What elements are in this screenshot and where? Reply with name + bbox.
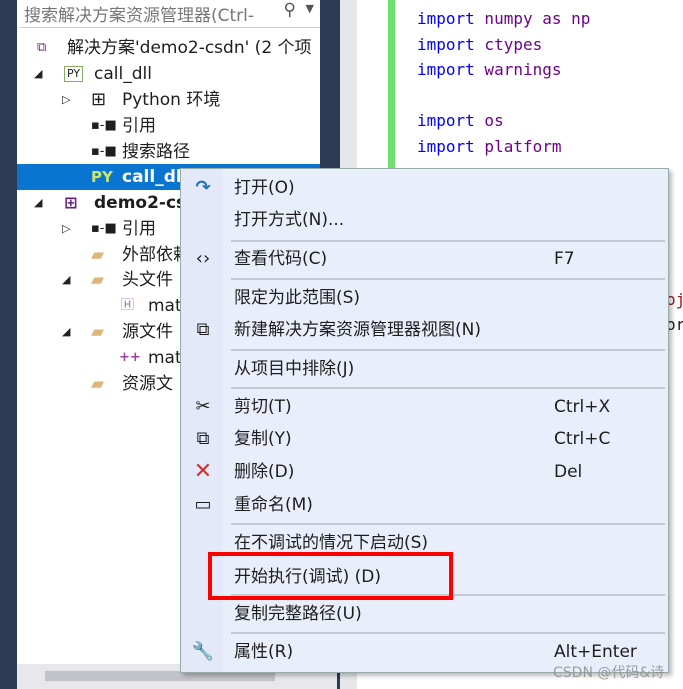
- tree-item-search-paths[interactable]: ▪-■ 搜索路径: [17, 139, 320, 165]
- menu-shortcut: Ctrl+X: [554, 397, 611, 417]
- scissors-icon: ✂: [195, 396, 211, 417]
- tree-item-python-env[interactable]: ▷ ⊞ Python 环境: [17, 87, 320, 113]
- menu-separator: [231, 387, 665, 389]
- tree-label: 引用: [122, 116, 156, 136]
- code-line: import ctypes: [417, 35, 543, 54]
- tree-label: 引用: [122, 219, 156, 239]
- open-arrow-icon: ↷: [195, 177, 211, 198]
- menu-label: 属性(R): [234, 642, 294, 662]
- tree-label: call_dll: [94, 64, 152, 84]
- chevron-down-icon[interactable]: ▼: [306, 2, 314, 15]
- menu-label: 查看代码(C): [234, 249, 328, 269]
- search-icon[interactable]: ⚲: [284, 0, 296, 20]
- tree-label: 资源文: [122, 374, 173, 394]
- expanded-icon[interactable]: ◢: [34, 61, 42, 87]
- menu-label: 打开方式(N)...: [234, 210, 345, 230]
- new-view-icon: ⧉: [196, 319, 210, 340]
- tree-item-solution[interactable]: ⧉ 解决方案'demo2-csdn' (2 个项: [17, 35, 320, 61]
- menu-item-open[interactable]: ↷ 打开(O): [181, 173, 668, 203]
- menu-separator: [231, 240, 665, 242]
- menu-separator: [231, 523, 665, 525]
- menu-item-copy-full-path[interactable]: 复制完整路径(U): [181, 599, 668, 629]
- search-input[interactable]: 搜索解决方案资源管理器(Ctrl- ⚲ ▼: [20, 0, 320, 28]
- search-placeholder: 搜索解决方案资源管理器(Ctrl-: [24, 6, 255, 26]
- delete-x-icon: ✕: [193, 459, 213, 484]
- tree-label: demo2-cs: [94, 193, 187, 213]
- visual-studio-solution-icon: ⧉: [37, 40, 47, 55]
- tree-label: 源文件: [122, 322, 173, 342]
- code-line: import platform: [417, 137, 562, 156]
- collapsed-icon[interactable]: ▷: [62, 216, 70, 242]
- menu-label: 新建解决方案资源管理器视图(N): [234, 320, 481, 340]
- code-line: import os: [417, 111, 504, 130]
- menu-item-open-with[interactable]: 打开方式(N)...: [181, 205, 668, 235]
- tree-label: mat: [148, 296, 182, 316]
- menu-label: 复制(Y): [234, 429, 292, 449]
- change-indicator: [388, 0, 395, 175]
- filter-folder-icon: ▰: [91, 322, 105, 342]
- tree-label: mat: [148, 348, 182, 368]
- menu-item-cut[interactable]: ✂ 剪切(T) Ctrl+X: [181, 392, 668, 422]
- menu-item-copy[interactable]: ⧉ 复制(Y) Ctrl+C: [181, 424, 668, 454]
- menu-shortcut: Ctrl+C: [554, 429, 611, 449]
- menu-label: 复制完整路径(U): [234, 604, 362, 624]
- external-dependencies-icon: ▰: [91, 245, 105, 265]
- menu-label: 限定为此范围(S): [234, 288, 361, 308]
- header-file-icon: 🄷: [121, 298, 135, 313]
- menu-shortcut: F7: [554, 249, 575, 269]
- expanded-icon[interactable]: ◢: [34, 190, 42, 216]
- menu-item-rename[interactable]: ▭ 重命名(M): [181, 490, 668, 520]
- python-project-icon: PY: [64, 66, 84, 82]
- menu-label: 重命名(M): [234, 495, 313, 515]
- menu-label: 打开(O): [234, 178, 295, 198]
- python-file-icon: PY: [91, 168, 113, 186]
- reference-icon: ▪-■: [91, 221, 117, 236]
- menu-shortcut: Del: [554, 462, 583, 482]
- rename-icon: ▭: [194, 494, 212, 515]
- expanded-icon[interactable]: ◢: [62, 319, 70, 345]
- menu-item-exclude[interactable]: 从项目中排除(J): [181, 354, 668, 384]
- tree-label: 搜索路径: [122, 142, 190, 162]
- cpp-file-icon: ++: [119, 350, 141, 365]
- menu-item-new-explorer-view[interactable]: ⧉ 新建解决方案资源管理器视图(N): [181, 315, 668, 345]
- side-tab-strip[interactable]: [0, 0, 17, 689]
- wrench-icon: 🔧: [191, 641, 215, 662]
- search-path-icon: ▪-■: [91, 144, 117, 159]
- menu-item-delete[interactable]: ✕ 删除(D) Del: [181, 457, 668, 487]
- filter-folder-icon: ▰: [91, 270, 105, 290]
- code-line: import numpy as np: [417, 9, 591, 28]
- tree-item-call-dll-project[interactable]: ◢ PY call_dll: [17, 61, 320, 87]
- menu-item-scope-to-this[interactable]: 限定为此范围(S): [181, 283, 668, 313]
- menu-label: 删除(D): [234, 462, 295, 482]
- menu-label: 从项目中排除(J): [234, 359, 355, 379]
- code-brackets-icon: ‹›: [195, 248, 211, 269]
- tree-label: call_dll: [122, 167, 188, 187]
- collapsed-icon[interactable]: ▷: [62, 87, 70, 113]
- tree-label: Python 环境: [122, 90, 221, 110]
- tree-item-references[interactable]: ▪-■ 引用: [17, 113, 320, 139]
- watermark: CSDN @代码&诗: [553, 665, 665, 681]
- expanded-icon[interactable]: ◢: [62, 267, 70, 293]
- menu-separator: [231, 632, 665, 634]
- cpp-project-icon: ⊞: [64, 193, 78, 212]
- highlight-box: [208, 552, 453, 600]
- filter-folder-icon: ▰: [91, 374, 105, 394]
- python-environment-icon: ⊞: [91, 89, 107, 110]
- copy-icon: ⧉: [196, 428, 210, 449]
- menu-separator: [231, 349, 665, 351]
- tree-label: 解决方案'demo2-csdn' (2 个项: [67, 38, 312, 58]
- menu-label: 剪切(T): [234, 397, 292, 417]
- reference-icon: ▪-■: [91, 118, 117, 133]
- menu-item-view-code[interactable]: ‹› 查看代码(C) F7: [181, 244, 668, 274]
- menu-separator: [231, 278, 665, 280]
- code-line: import warnings: [417, 60, 562, 79]
- tree-label: 头文件: [122, 270, 173, 290]
